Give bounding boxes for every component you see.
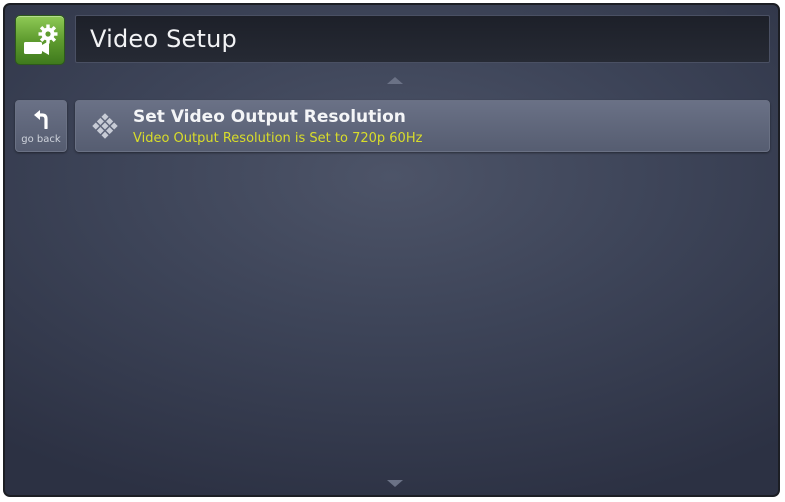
camera-gear-glyph — [24, 24, 58, 55]
scroll-up-arrow-icon[interactable] — [387, 77, 403, 84]
back-arrow-icon — [34, 110, 48, 129]
scroll-down-arrow-icon[interactable] — [387, 480, 403, 487]
menu-item-title: Set Video Output Resolution — [133, 107, 406, 127]
back-label: go back — [21, 134, 61, 145]
menu-item-video-output-resolution[interactable]: Set Video Output Resolution Video Output… — [75, 100, 770, 152]
back-button[interactable]: go back — [15, 100, 67, 152]
diamond-grid-icon — [92, 113, 118, 139]
menu-item-status: Video Output Resolution is Set to 720p 6… — [133, 131, 423, 146]
video-setup-screen: Video Setup go back Set Video Output Res… — [3, 3, 780, 497]
page-title: Video Setup — [90, 25, 237, 53]
title-bar: Video Setup — [75, 15, 770, 63]
video-settings-icon — [15, 15, 65, 65]
